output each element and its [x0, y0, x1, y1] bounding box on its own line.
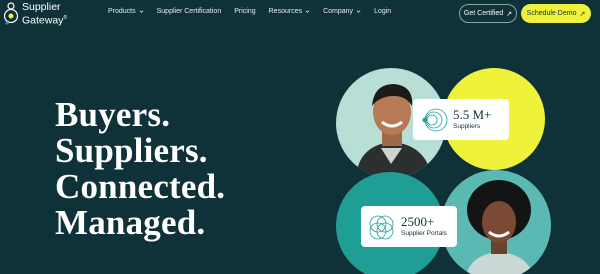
nav-supplier-certification[interactable]: Supplier Certification [157, 8, 222, 15]
hero-line-suppliers: Suppliers. [55, 131, 208, 170]
chevron-down-icon [305, 10, 310, 13]
hero-line-buyers: Buyers. [55, 95, 171, 134]
get-certified-button[interactable]: Get Certified ↗ [459, 4, 517, 23]
arrow-up-right-icon: ↗ [579, 10, 586, 18]
stat-suppliers-label: Suppliers [453, 123, 481, 130]
brand-logo[interactable]: Supplier Gateway® [3, 2, 67, 27]
hero-line-managed: Managed. [55, 203, 206, 242]
nav-login[interactable]: Login [374, 8, 391, 15]
nav-products[interactable]: Products [108, 8, 144, 15]
stat-card-portals: 2500+ Supplier Portals [361, 206, 457, 247]
get-certified-label: Get Certified [463, 10, 504, 17]
nav-company-label: Company [323, 8, 354, 15]
brand-name-line2: Gateway [22, 14, 64, 27]
hero-line-connected: Connected. [55, 167, 226, 206]
chevron-down-icon [139, 10, 144, 13]
nav-products-label: Products [108, 8, 136, 15]
hero-headline: Buyers. Suppliers. Connected. Managed. [55, 97, 225, 241]
nav-resources-label: Resources [268, 8, 303, 15]
stat-card-suppliers: 5.5 M+ Suppliers [413, 99, 509, 140]
overlapping-circles-icon [369, 215, 394, 239]
logo-mark-icon [3, 2, 19, 25]
woman-portrait-illustration [466, 180, 534, 274]
chevron-down-icon [356, 10, 361, 13]
arrow-up-right-icon: ↗ [506, 10, 513, 18]
site-header: Supplier Gateway® Products Supplier Cert… [0, 0, 600, 28]
brand-name-line1: Supplier [22, 1, 61, 13]
nav-pricing[interactable]: Pricing [234, 8, 255, 15]
nav-login-label: Login [374, 8, 392, 15]
nav-pricing-label: Pricing [234, 8, 256, 15]
stat-portals-value: 2500+ [401, 214, 435, 229]
main-nav: Products Supplier Certification Pricing … [108, 8, 391, 15]
woman-portrait-image [441, 170, 551, 274]
schedule-demo-button[interactable]: Schedule Demo ↗ [521, 4, 591, 23]
stat-suppliers-value: 5.5 M+ [453, 107, 492, 122]
trademark-mark: ® [63, 15, 68, 21]
nav-company[interactable]: Company [323, 8, 361, 15]
brand-name: Supplier Gateway® [22, 2, 67, 27]
stat-portals-label: Supplier Portals [401, 230, 447, 237]
nav-supplier-certification-label: Supplier Certification [156, 8, 222, 15]
schedule-demo-label: Schedule Demo [526, 10, 577, 17]
concentric-circles-icon [422, 108, 448, 131]
nav-resources[interactable]: Resources [269, 8, 310, 15]
